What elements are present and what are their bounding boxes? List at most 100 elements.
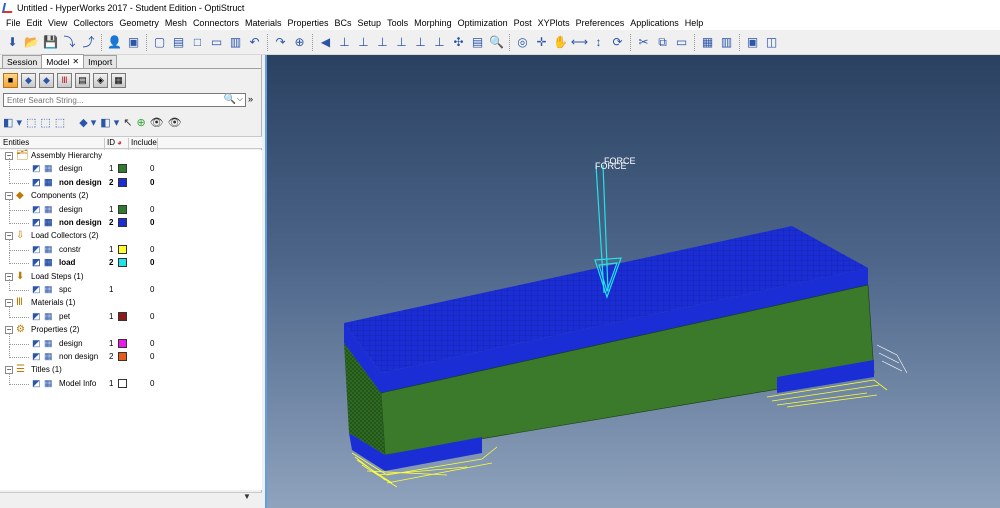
box-select-icon[interactable]: □ <box>189 34 206 51</box>
create-icon[interactable]: ⊕ <box>136 116 145 129</box>
graphics-viewport[interactable]: FORCE FORCE <box>265 55 1000 508</box>
view-top-icon[interactable]: ⊥ <box>412 34 429 51</box>
color-swatch[interactable] <box>118 177 127 187</box>
search-button[interactable]: 🔍 ⌵ <box>223 94 243 105</box>
eye-one-icon[interactable]: 👁 <box>168 116 182 129</box>
menu-item-applications[interactable]: Applications <box>628 18 683 28</box>
isolate-icon[interactable]: ⬚ <box>55 116 65 129</box>
menu-item-view[interactable]: View <box>46 18 71 28</box>
entity-view-icon[interactable]: ◈ <box>93 72 108 88</box>
entity-visibility-icon[interactable]: ◩ <box>32 163 41 174</box>
display-icon[interactable]: ◧ ▾ <box>3 116 22 129</box>
tree-item[interactable]: ◩ ▦ Model Info 1 0 <box>0 372 262 391</box>
menu-item-tools[interactable]: Tools <box>385 18 412 28</box>
window-split-icon[interactable]: ◫ <box>763 34 780 51</box>
menu-item-setup[interactable]: Setup <box>356 18 386 28</box>
entity-visibility-icon[interactable]: ◩ <box>32 217 41 228</box>
menu-item-collectors[interactable]: Collectors <box>71 18 117 28</box>
menu-item-preferences[interactable]: Preferences <box>574 18 629 28</box>
tree-group[interactable]: − ◆ Components (2) <box>0 190 262 203</box>
pan-icon[interactable]: ✛ <box>533 34 550 51</box>
tree-group[interactable]: − Ⅲ Materials (1) <box>0 297 262 310</box>
hand-icon[interactable]: ✋ <box>552 34 569 51</box>
layout-icon[interactable]: ▦ <box>699 34 716 51</box>
tab-model[interactable]: Model ✕ <box>41 54 85 68</box>
entity-mesh-icon[interactable]: ▦ <box>44 217 53 228</box>
view-left-icon[interactable]: ⊥ <box>374 34 391 51</box>
entity-mesh-icon[interactable]: ▦ <box>44 163 53 174</box>
tree-group[interactable]: − 🗂 Assembly Hierarchy <box>0 150 262 163</box>
color-swatch[interactable] <box>118 164 127 174</box>
color-icon[interactable]: ◆ ▾ <box>79 116 96 129</box>
view-back-icon[interactable]: ⊥ <box>355 34 372 51</box>
menu-item-edit[interactable]: Edit <box>25 18 47 28</box>
menu-item-bcs[interactable]: BCs <box>333 18 356 28</box>
component-view-icon[interactable]: ◆ <box>39 72 54 88</box>
fit-icon[interactable]: ▤ <box>469 34 486 51</box>
color-swatch[interactable] <box>118 258 127 268</box>
scroll-down-arrow-icon[interactable]: ▼ <box>243 492 251 501</box>
copy-icon[interactable]: ⧉ <box>654 34 671 51</box>
color-swatch[interactable] <box>118 244 127 254</box>
tree-item[interactable]: ◩ ▦ design 1 0 <box>0 158 262 176</box>
expand-h-icon[interactable]: ⟷ <box>571 34 588 51</box>
cut-icon[interactable]: ✂ <box>635 34 652 51</box>
color-swatch[interactable] <box>118 218 127 227</box>
color-swatch[interactable] <box>118 352 127 361</box>
show-icon[interactable]: ⬚ <box>26 116 36 129</box>
spin-icon[interactable]: ⟳ <box>609 34 626 51</box>
entity-mesh-icon[interactable]: ▦ <box>44 378 53 389</box>
window-icon[interactable]: ▭ <box>208 34 225 51</box>
tree-group[interactable]: − ⇩ Load Collectors (2) <box>0 230 262 243</box>
eye-toggle-icon[interactable]: 👁 <box>150 116 164 129</box>
tree-item[interactable]: ◩ ▦ spc 1 0 <box>0 279 262 297</box>
menu-item-geometry[interactable]: Geometry <box>117 18 163 28</box>
entity-visibility-icon[interactable]: ◩ <box>32 244 41 255</box>
entity-mesh-icon[interactable]: ▦ <box>44 311 53 322</box>
filter-icon[interactable]: ◧ ▾ <box>100 116 119 129</box>
search-icon[interactable]: 🔍 <box>223 94 235 105</box>
entity-visibility-icon[interactable]: ◩ <box>32 257 41 268</box>
tree-item[interactable]: ◩ ▦ constr 1 0 <box>0 238 262 257</box>
view-bottom-icon[interactable]: ⊥ <box>431 34 448 51</box>
table-view-icon[interactable]: ▦ <box>111 72 126 88</box>
user-icon[interactable]: 👤 <box>106 34 123 51</box>
menu-item-optimization[interactable]: Optimization <box>456 18 512 28</box>
import-icon[interactable]: ⬇ <box>4 34 21 51</box>
tree-group[interactable]: − ☰ Titles (1) <box>0 364 262 377</box>
menu-item-properties[interactable]: Properties <box>285 18 332 28</box>
view-iso-icon[interactable]: ✣ <box>450 34 467 51</box>
entity-mesh-icon[interactable]: ▦ <box>44 257 53 268</box>
entity-mesh-icon[interactable]: ▦ <box>44 244 53 255</box>
open-icon[interactable]: 📂 <box>23 34 40 51</box>
property-view-icon[interactable]: ▤ <box>75 72 90 88</box>
menu-item-mesh[interactable]: Mesh <box>163 18 191 28</box>
page-icon[interactable]: ▥ <box>227 34 244 51</box>
tab-session[interactable]: Session <box>2 55 43 68</box>
save-icon[interactable]: 💾 <box>42 34 59 51</box>
menu-item-morphing[interactable]: Morphing <box>412 18 456 28</box>
entity-mesh-icon[interactable]: ▦ <box>44 284 53 295</box>
pointer-icon[interactable]: ↖ <box>123 116 132 129</box>
entity-visibility-icon[interactable]: ◩ <box>32 338 41 349</box>
tree-group[interactable]: − ⬇ Load Steps (1) <box>0 271 262 284</box>
paste-icon[interactable]: ▭ <box>673 34 690 51</box>
redo-icon[interactable]: ↷ <box>272 34 289 51</box>
tree-item[interactable]: ◩ ▦ non design 2 0 <box>0 346 262 364</box>
tree-item[interactable]: ◩ ▦ design 1 0 <box>0 198 262 217</box>
entity-visibility-icon[interactable]: ◩ <box>32 311 41 322</box>
color-swatch[interactable] <box>118 204 127 214</box>
search-input[interactable] <box>7 95 217 105</box>
entity-visibility-icon[interactable]: ◩ <box>32 177 41 188</box>
entity-visibility-icon[interactable]: ◩ <box>32 351 41 362</box>
view-right-icon[interactable]: ⊥ <box>393 34 410 51</box>
entity-mesh-icon[interactable]: ▦ <box>44 204 53 215</box>
entity-visibility-icon[interactable]: ◩ <box>32 284 41 295</box>
close-tab-icon[interactable]: ✕ <box>72 57 79 66</box>
material-view-icon[interactable]: Ⅲ <box>57 72 72 88</box>
tree-item[interactable]: ◩ ▦ non design 2 0 <box>0 212 262 230</box>
undo-icon[interactable]: ↶ <box>246 34 263 51</box>
menu-item-file[interactable]: File <box>4 18 25 28</box>
menu-item-materials[interactable]: Materials <box>243 18 286 28</box>
expand-v-icon[interactable]: ↕ <box>590 34 607 51</box>
